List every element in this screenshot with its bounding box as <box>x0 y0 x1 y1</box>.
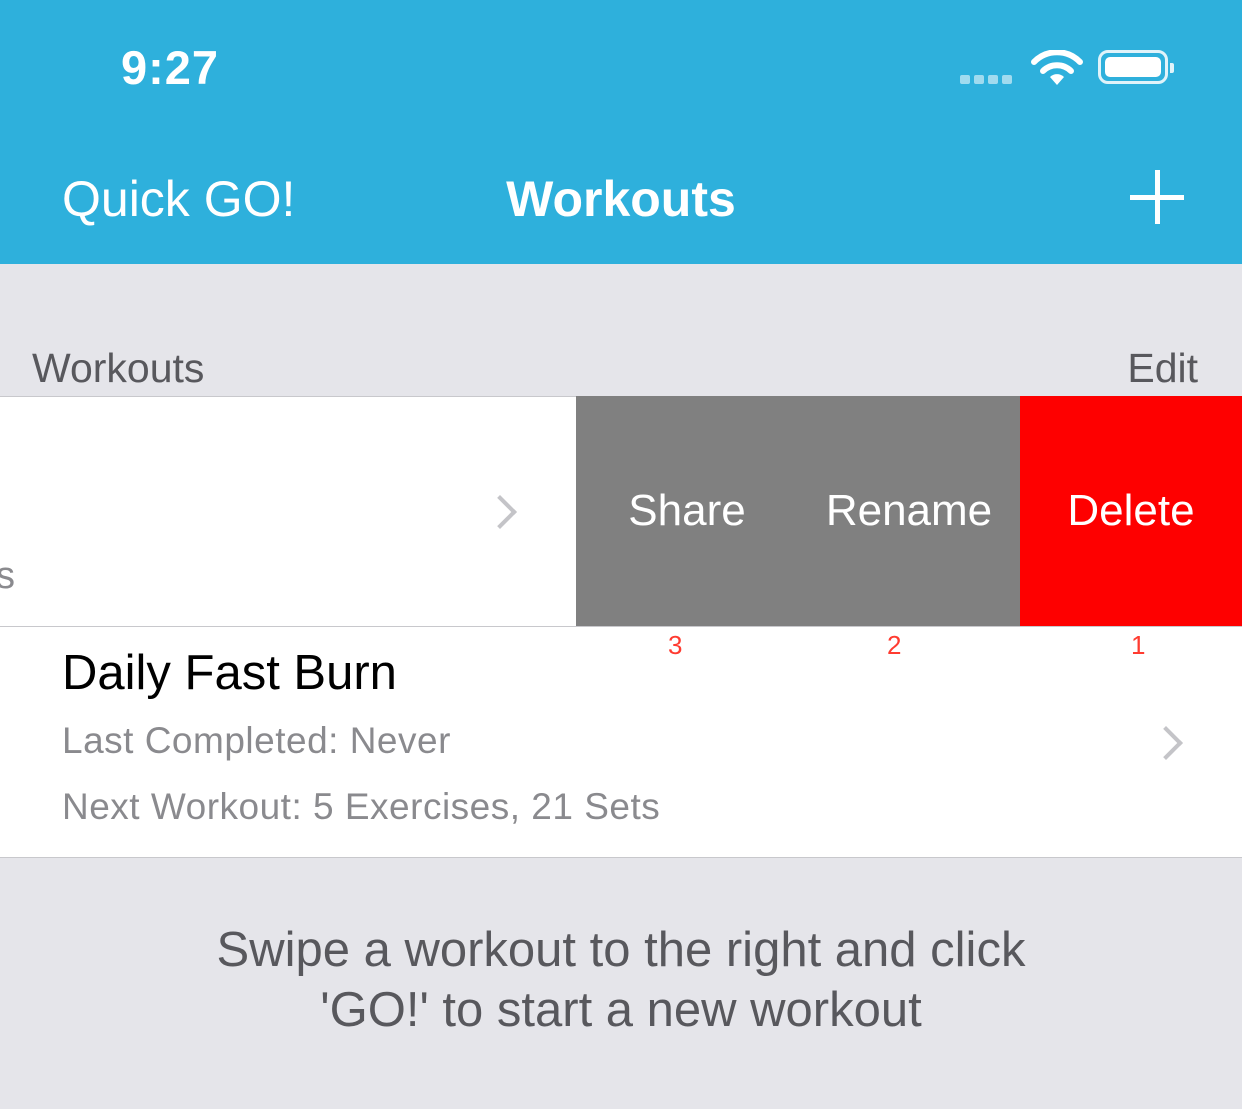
rename-badge: 2 <box>887 630 902 660</box>
row-partial-text: s <box>0 555 15 597</box>
wifi-icon <box>1031 50 1083 85</box>
footer-hint: Swipe a workout to the right and click '… <box>0 920 1242 1040</box>
share-button[interactable]: Share <box>576 396 798 626</box>
share-badge: 3 <box>668 630 683 660</box>
page-title: Workouts <box>506 171 736 227</box>
rename-button[interactable]: Rename <box>798 396 1020 626</box>
plus-icon[interactable] <box>1130 170 1184 224</box>
delete-label: Delete <box>1067 486 1195 535</box>
footer-hint-line2: 'GO!' to start a new workout <box>320 983 922 1037</box>
battery-icon <box>1098 50 1174 84</box>
workout-title: Daily Fast Burn <box>62 646 397 700</box>
next-workout: Next Workout: 5 Exercises, 21 Sets <box>62 786 661 827</box>
delete-badge: 1 <box>1131 630 1146 660</box>
footer-hint-line1: Swipe a workout to the right and click <box>216 923 1026 977</box>
section-header: Workouts <box>32 345 205 391</box>
rename-label: Rename <box>825 486 993 535</box>
edit-button[interactable]: Edit <box>1127 345 1198 392</box>
delete-button[interactable]: Delete <box>1020 396 1242 626</box>
share-label: Share <box>628 486 746 535</box>
navigation-header: 9:27 Quick GO! Workouts <box>0 0 1242 264</box>
status-time: 9:27 <box>121 41 220 94</box>
last-completed: Last Completed: Never <box>62 720 451 761</box>
